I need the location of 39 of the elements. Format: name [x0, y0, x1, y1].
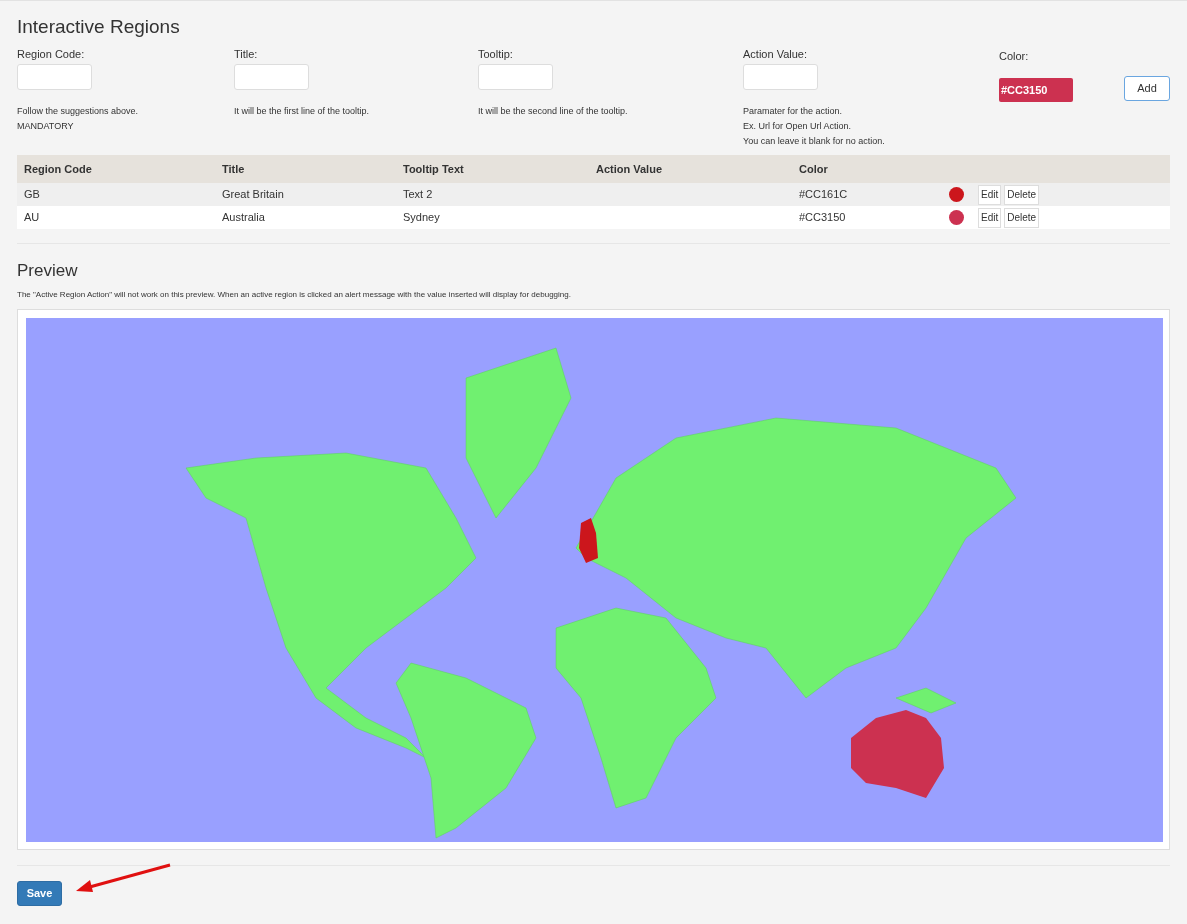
- table-cell-text: AU: [23, 210, 41, 226]
- table-cell-text: GB: [23, 187, 41, 203]
- field-hint: You can leave it blank for no action.: [743, 135, 886, 148]
- color-picker-field[interactable]: #CC3150: [999, 78, 1073, 102]
- delete-button[interactable]: Delete: [1004, 207, 1040, 228]
- text-field[interactable]: [478, 64, 553, 90]
- column-header: Action Value: [596, 161, 664, 177]
- text-field[interactable]: [743, 64, 818, 90]
- table-cell-text: Australia: [222, 210, 266, 226]
- text-field[interactable]: [17, 64, 92, 90]
- field-hint: Ex. Url for Open Url Action.: [743, 120, 853, 133]
- column-header: Title: [222, 161, 246, 177]
- table-cell-text: Sydney: [403, 210, 441, 226]
- field-hint: It will be the first line of the tooltip.: [234, 105, 371, 118]
- edit-button[interactable]: Edit: [978, 184, 1002, 205]
- table-cell-text: #CC161C: [799, 187, 849, 203]
- field-label: Color:: [999, 49, 1030, 63]
- field-hint: MANDATORY: [17, 120, 75, 133]
- preview-note: The "Active Region Action" will not work on this preview. When an active region is clicked an alert message with the value inserted will display for debugging.: [17, 289, 572, 301]
- column-header: Tooltip Text: [403, 161, 465, 177]
- add-button[interactable]: Add: [1124, 76, 1170, 101]
- field-hint: It will be the second line of the tooltip.: [478, 105, 629, 118]
- edit-button[interactable]: Edit: [978, 207, 1002, 228]
- text-field[interactable]: [234, 64, 309, 90]
- section-title: Interactive Regions: [17, 15, 181, 39]
- field-label: Action Value:: [743, 47, 808, 61]
- table-cell-text: Text 2: [403, 187, 434, 203]
- section-title: Preview: [17, 260, 79, 282]
- field-hint: Paramater for the action.: [743, 105, 844, 118]
- save-button[interactable]: Save: [17, 881, 62, 906]
- table-cell-text: #CC3150: [799, 210, 847, 226]
- field-label: Region Code:: [17, 47, 86, 61]
- table-cell-text: Great Britain: [222, 187, 285, 203]
- field-label: Tooltip:: [478, 47, 514, 61]
- field-label: Title:: [234, 47, 259, 61]
- column-header: Color: [799, 161, 829, 177]
- column-header: Region Code: [23, 161, 93, 177]
- field-hint: Follow the suggestions above.: [17, 105, 140, 118]
- delete-button[interactable]: Delete: [1004, 184, 1040, 205]
